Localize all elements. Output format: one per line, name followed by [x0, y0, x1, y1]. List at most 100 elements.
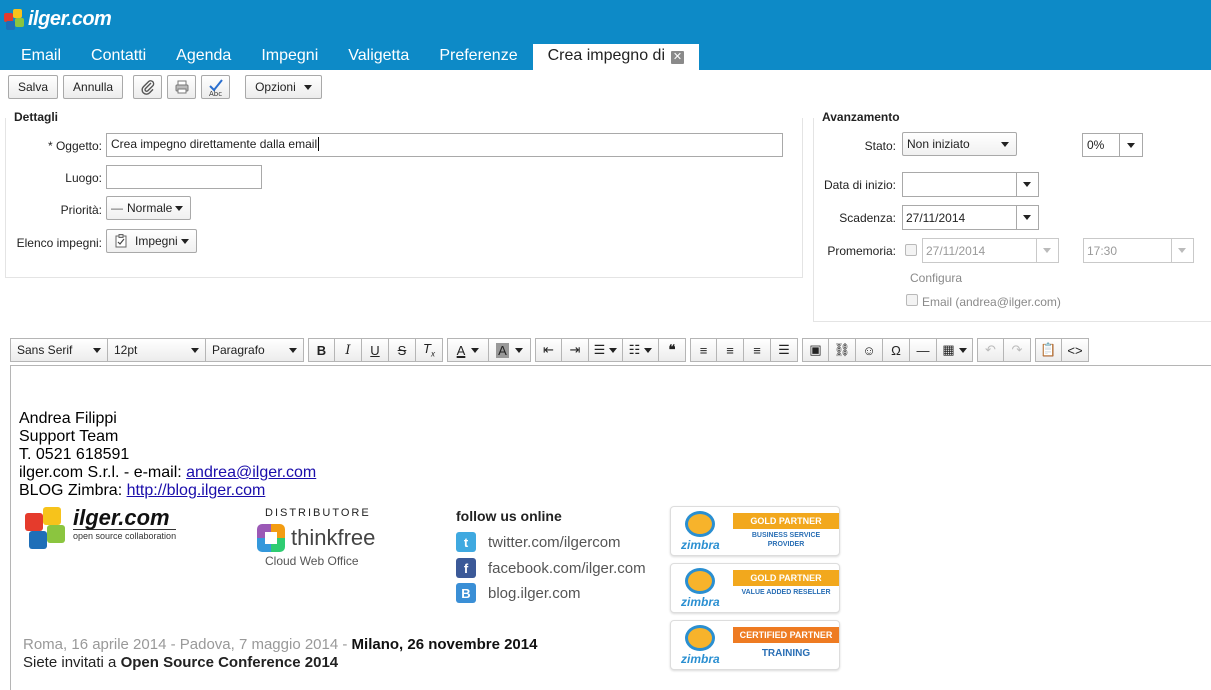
priority-select[interactable]: — Normale	[106, 196, 191, 220]
tab-contatti[interactable]: Contatti	[76, 44, 161, 70]
signature-blog-link[interactable]: http://blog.ilger.com	[127, 482, 266, 499]
social-blog[interactable]: B blog.ilger.com	[456, 583, 581, 603]
tab-crea-impegno[interactable]: Crea impegno di ✕	[532, 44, 699, 70]
invite-line: Siete invitati a Open Source Conference …	[23, 654, 537, 672]
reminder-date-input[interactable]: 27/11/2014	[922, 238, 1059, 263]
zimbra-face-icon	[685, 568, 715, 594]
paperclip-icon	[141, 80, 154, 95]
undo-button[interactable]: ↶	[977, 338, 1004, 362]
reminder-time-dropdown[interactable]	[1171, 239, 1193, 262]
italic-icon: I	[345, 342, 351, 358]
omega-icon: Ω	[891, 342, 901, 358]
task-list-select[interactable]: Impegni	[106, 229, 197, 253]
underline-button[interactable]: U	[362, 338, 389, 362]
chevron-down-icon	[1023, 215, 1031, 220]
emoticon-button[interactable]: ☺	[856, 338, 883, 362]
strikethrough-icon: S	[397, 342, 407, 358]
justify-button[interactable]: ☰	[771, 338, 798, 362]
priority-normal-icon: —	[111, 201, 123, 215]
horizontal-rule-button[interactable]: —	[910, 338, 937, 362]
reminder-label: Promemoria:	[827, 244, 896, 258]
reminder-date-dropdown[interactable]	[1036, 239, 1058, 262]
puzzle-piece-green	[47, 525, 65, 543]
blockquote-button[interactable]: ❝	[659, 338, 686, 362]
code-icon: <>	[1067, 342, 1083, 358]
reminder-time-input[interactable]: 17:30	[1083, 238, 1194, 263]
table-button[interactable]: ▦	[937, 338, 973, 362]
indent-button[interactable]: ⇥	[562, 338, 589, 362]
insert-link-button[interactable]: ⛓	[829, 338, 856, 362]
bold-icon: B	[316, 342, 327, 358]
align-left-button[interactable]: ≡	[690, 338, 717, 362]
tab-preferenze[interactable]: Preferenze	[424, 44, 532, 70]
tab-agenda[interactable]: Agenda	[161, 44, 246, 70]
thinkfree-logo: thinkfree	[257, 524, 377, 552]
cancel-button[interactable]: Annulla	[63, 75, 124, 99]
background-color-button[interactable]: A	[489, 338, 531, 362]
email-reminder-checkbox[interactable]	[906, 294, 918, 306]
font-family-select[interactable]: Sans Serif	[10, 338, 108, 362]
text-color-button[interactable]: A	[447, 338, 489, 362]
status-select[interactable]: Non iniziato	[902, 132, 1017, 156]
signature-email-link[interactable]: andrea@ilger.com	[186, 464, 316, 481]
location-input[interactable]	[106, 165, 262, 189]
tab-valigetta[interactable]: Valigetta	[333, 44, 424, 70]
spellcheck-button[interactable]: Abc	[201, 75, 231, 99]
outdent-button[interactable]: ⇤	[535, 338, 562, 362]
facebook-icon: f	[456, 558, 476, 578]
image-icon: ▣	[809, 342, 822, 357]
clear-format-button[interactable]: Tx	[416, 338, 443, 362]
bold-button[interactable]: B	[308, 338, 335, 362]
social-twitter[interactable]: t twitter.com/ilgercom	[456, 532, 621, 552]
special-char-button[interactable]: Ω	[883, 338, 910, 362]
blockquote-icon: ❝	[668, 342, 676, 357]
social-facebook[interactable]: f facebook.com/ilger.com	[456, 558, 646, 578]
tab-impegni[interactable]: Impegni	[246, 44, 333, 70]
options-dropdown[interactable]: Opzioni	[245, 75, 322, 99]
social-blog-text: blog.ilger.com	[488, 584, 581, 602]
percent-value: 0%	[1087, 138, 1105, 152]
editor-body[interactable]: Andrea Filippi Support Team T. 0521 6185…	[10, 365, 1211, 690]
due-date-input[interactable]: 27/11/2014	[902, 205, 1039, 230]
source-code-button[interactable]: <>	[1062, 338, 1089, 362]
badge-title: CERTIFIED PARTNER	[733, 627, 839, 643]
start-date-input[interactable]	[902, 172, 1039, 197]
chevron-down-icon	[1178, 248, 1186, 253]
due-date-dropdown[interactable]	[1016, 206, 1038, 229]
badge-title: GOLD PARTNER	[733, 513, 839, 529]
start-date-dropdown[interactable]	[1016, 173, 1038, 196]
reminder-checkbox[interactable]	[905, 244, 917, 256]
save-button[interactable]: Salva	[8, 75, 59, 99]
insert-image-button[interactable]: ▣	[802, 338, 829, 362]
task-list-label: Elenco impegni:	[16, 236, 102, 250]
align-right-button[interactable]: ≡	[744, 338, 771, 362]
align-center-button[interactable]: ≡	[717, 338, 744, 362]
numbered-list-button[interactable]: ☷	[623, 338, 659, 362]
configure-link[interactable]: Configura	[910, 271, 962, 285]
signature-text: Andrea Filippi Support Team T. 0521 6185…	[19, 410, 316, 500]
block-format-value: Paragrafo	[212, 343, 265, 357]
bullet-list-button[interactable]: ☰	[589, 338, 623, 362]
redo-button[interactable]: ↷	[1004, 338, 1031, 362]
print-button[interactable]	[167, 75, 197, 99]
zimbra-name: zimbra	[681, 595, 720, 609]
zimbra-name: zimbra	[681, 538, 720, 552]
attach-button[interactable]	[133, 75, 163, 99]
zimbra-badge-gold-bsp: zimbra GOLD PARTNER BUSINESS SERVICE PRO…	[670, 506, 840, 556]
strikethrough-button[interactable]: S	[389, 338, 416, 362]
chevron-down-icon	[191, 348, 199, 353]
italic-button[interactable]: I	[335, 338, 362, 362]
subject-input[interactable]: Crea impegno direttamente dalla email	[106, 133, 783, 157]
justify-icon: ☰	[778, 342, 790, 357]
options-label: Opzioni	[255, 80, 296, 94]
font-size-select[interactable]: 12pt	[108, 338, 206, 362]
zimbra-badge-certified-training: zimbra CERTIFIED PARTNER TRAINING	[670, 620, 840, 670]
paste-button[interactable]: 📋	[1035, 338, 1062, 362]
block-format-select[interactable]: Paragrafo	[206, 338, 304, 362]
tab-email[interactable]: Email	[6, 44, 76, 70]
close-icon[interactable]: ✕	[671, 51, 684, 64]
app-logo[interactable]: ilger.com	[4, 6, 112, 32]
zimbra-face-icon	[685, 625, 715, 651]
percent-select[interactable]: 0%	[1082, 133, 1143, 157]
conference-dates: Roma, 16 aprile 2014 - Padova, 7 maggio …	[23, 636, 352, 653]
